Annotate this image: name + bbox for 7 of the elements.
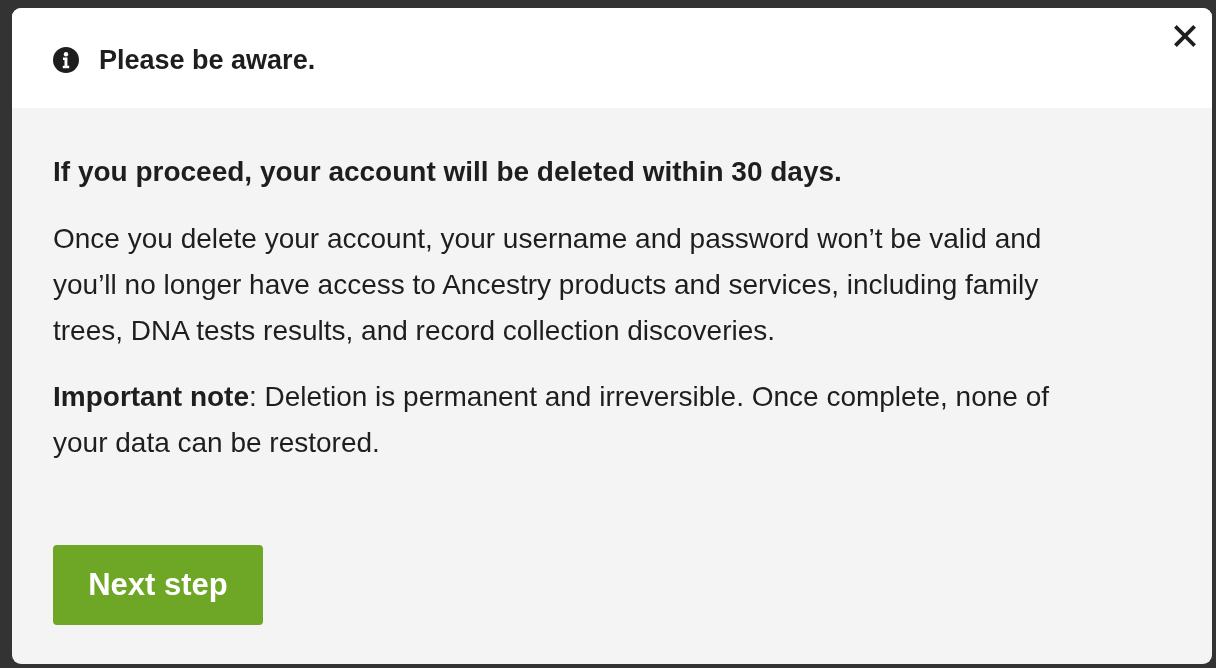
dialog-title: Please be aware. — [99, 44, 316, 76]
close-icon[interactable] — [1174, 25, 1196, 47]
body-paragraph: Once you delete your account, your username and password won’t be valid and you’ll no longer have access to Ancestry products and services, including family trees, DNA tests results, and record collection discoveries. — [53, 222, 1043, 348]
body-paragraph: Important note: Deletion is permanent and irreversible. Once complete, none of your data can be restored. — [53, 380, 1050, 460]
next-step-button[interactable]: Next step — [53, 545, 263, 625]
info-icon — [53, 47, 79, 73]
warning-heading: If you proceed, your account will be deleted within 30 days. — [53, 155, 842, 189]
